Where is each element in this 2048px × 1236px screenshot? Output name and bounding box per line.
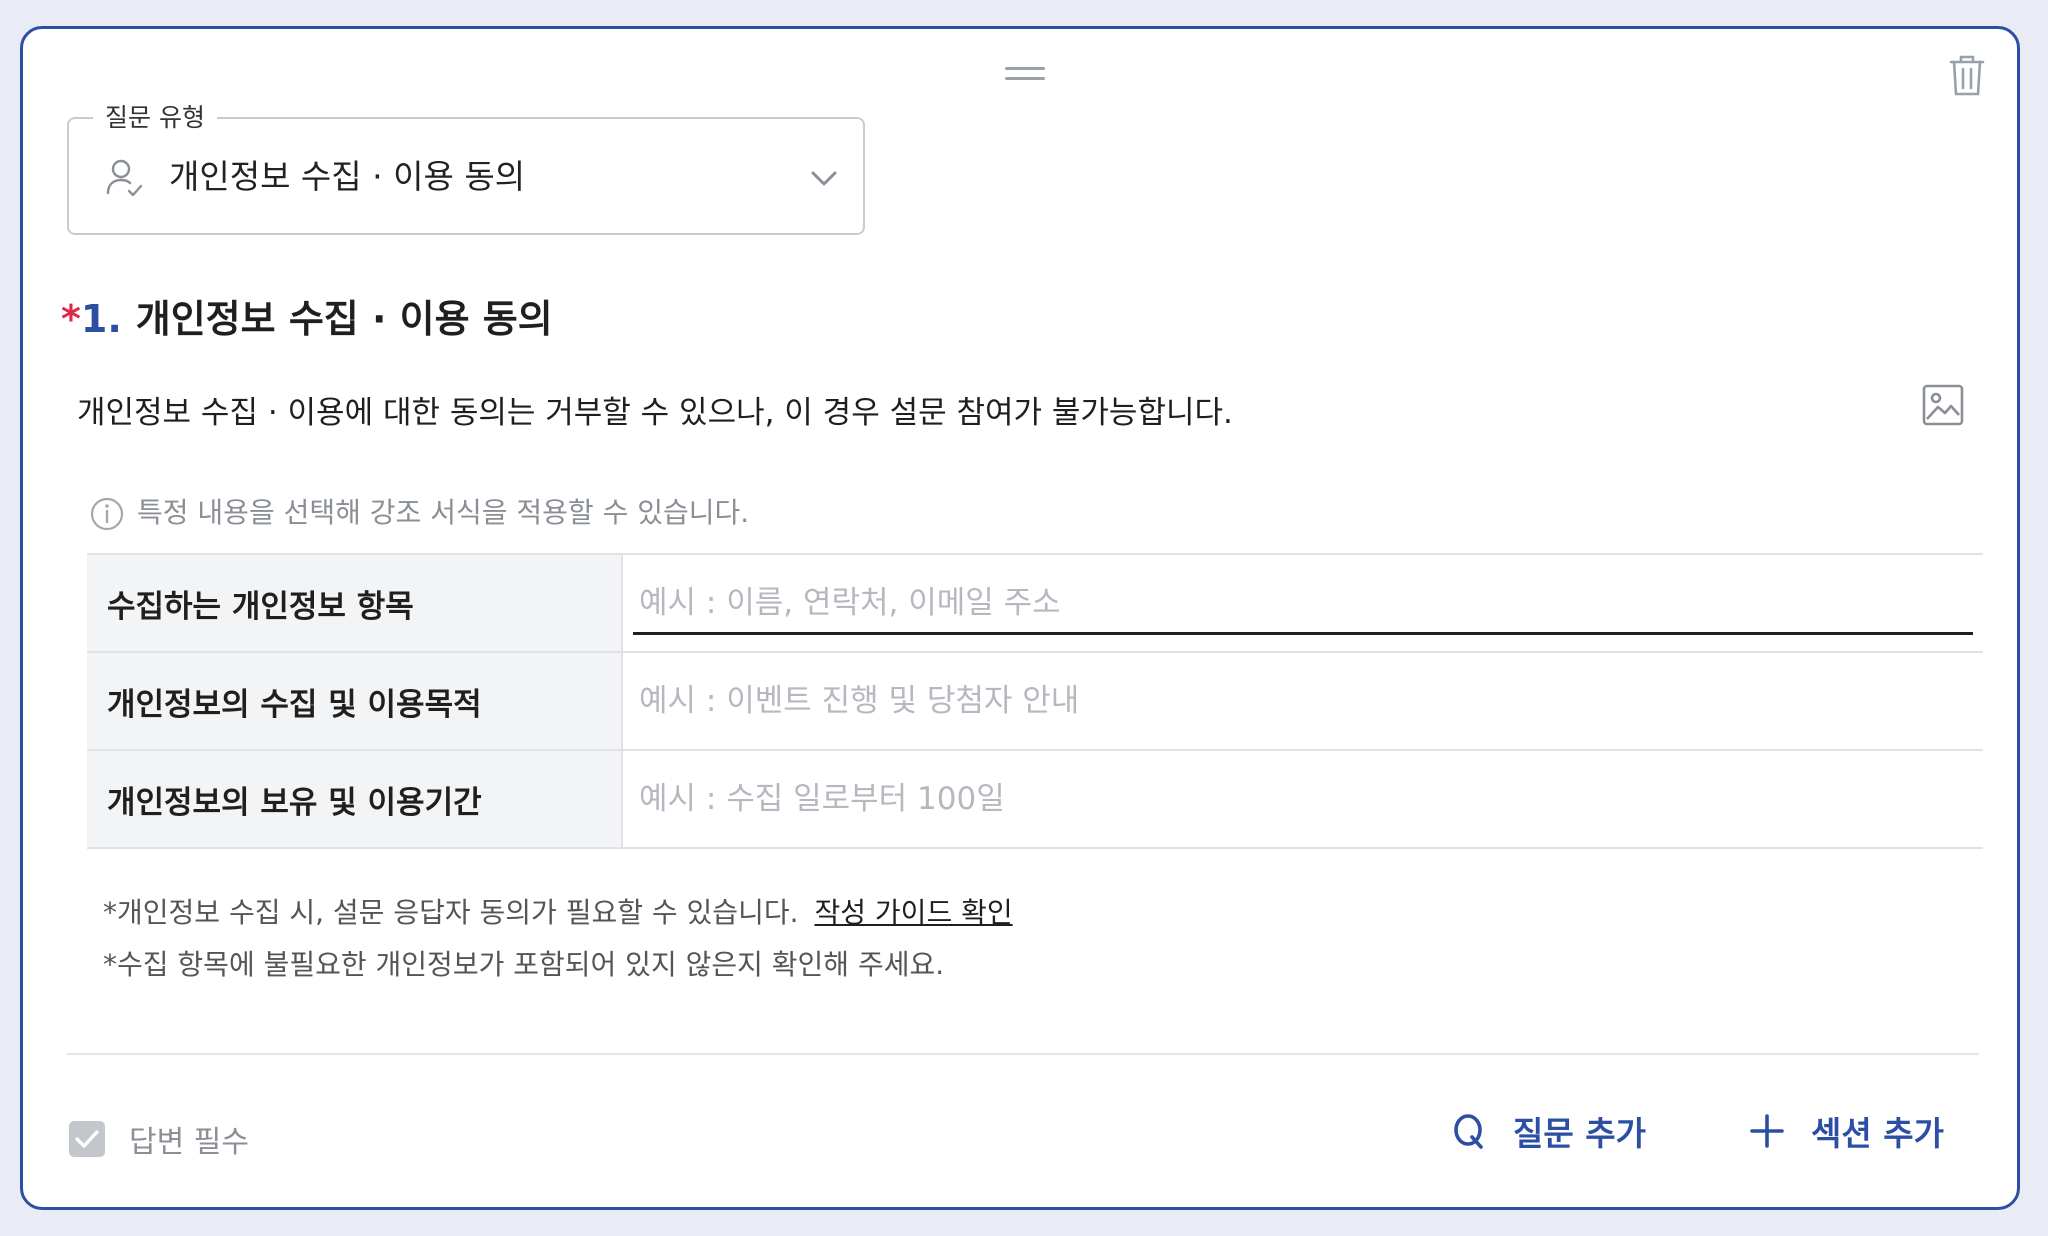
question-number: 1. [80,297,122,341]
plus-icon [1750,1114,1784,1148]
question-type-label: 질문 유형 [93,103,217,133]
add-question-label: 질문 추가 [1513,1114,1646,1153]
required-toggle[interactable]: 답변 필수 [69,1117,249,1161]
check-icon [75,1130,99,1148]
required-mark: * [61,297,81,341]
person-check-icon [106,159,143,197]
consent-note: *개인정보 수집 시, 설문 응답자 동의가 필요할 수 있습니다. 작성 가이드… [103,889,1013,937]
add-question-button[interactable]: 질문 추가 [1451,1107,1646,1155]
drag-handle[interactable] [1005,67,1045,85]
image-icon[interactable] [1919,381,1967,429]
row-label: 개인정보의 보유 및 이용기간 [87,751,623,847]
question-type-select[interactable]: 질문 유형 개인정보 수집 · 이용 동의 [67,103,865,235]
info-hint: 특정 내용을 선택해 강조 서식을 적용할 수 있습니다. [89,489,749,537]
add-section-label: 섹션 추가 [1811,1114,1944,1153]
add-section-button[interactable]: 섹션 추가 [1749,1107,1944,1155]
question-description[interactable]: 개인정보 수집 · 이용에 대한 동의는 거부할 수 있으나, 이 경우 설문 … [77,389,1233,437]
privacy-note: *수집 항목에 불필요한 개인정보가 포함되어 있지 않은지 확인해 주세요. [103,948,945,981]
consent-table: 수집하는 개인정보 항목 개인정보의 수집 및 이용목적 개인정보의 보유 및 … [87,553,1985,849]
info-text: 특정 내용을 선택해 강조 서식을 적용할 수 있습니다. [137,496,750,529]
question-title-text: 개인정보 수집 · 이용 동의 [135,297,553,341]
guide-link[interactable]: 작성 가이드 확인 [815,896,1013,929]
chevron-down-icon [811,171,837,186]
question-card: 질문 유형 개인정보 수집 · 이용 동의 *1. 개인정보 수집 · 이용 동의… [20,26,2020,1210]
row-label: 수집하는 개인정보 항목 [87,555,623,651]
question-title[interactable]: *1. 개인정보 수집 · 이용 동의 [61,291,553,347]
row-cell [623,555,1985,651]
input-underline [633,632,1973,635]
info-icon [90,497,124,531]
purpose-input[interactable] [633,653,1985,749]
table-row: 수집하는 개인정보 항목 [87,555,1985,653]
retention-period-input[interactable] [633,751,1985,847]
question-type-value: 개인정보 수집 · 이용 동의 [169,157,526,196]
row-cell [623,751,1985,847]
table-row: 개인정보의 보유 및 이용기간 [87,751,1985,849]
collected-items-input[interactable] [633,555,1985,651]
required-label: 답변 필수 [129,1125,249,1160]
required-checkbox[interactable] [69,1121,105,1157]
question-q-icon [1454,1114,1483,1149]
row-cell [623,653,1985,749]
divider [67,1053,1979,1055]
consent-note-text: *개인정보 수집 시, 설문 응답자 동의가 필요할 수 있습니다. [103,896,799,929]
trash-icon[interactable] [1945,51,1989,99]
table-row: 개인정보의 수집 및 이용목적 [87,653,1985,751]
row-label: 개인정보의 수집 및 이용목적 [87,653,623,749]
